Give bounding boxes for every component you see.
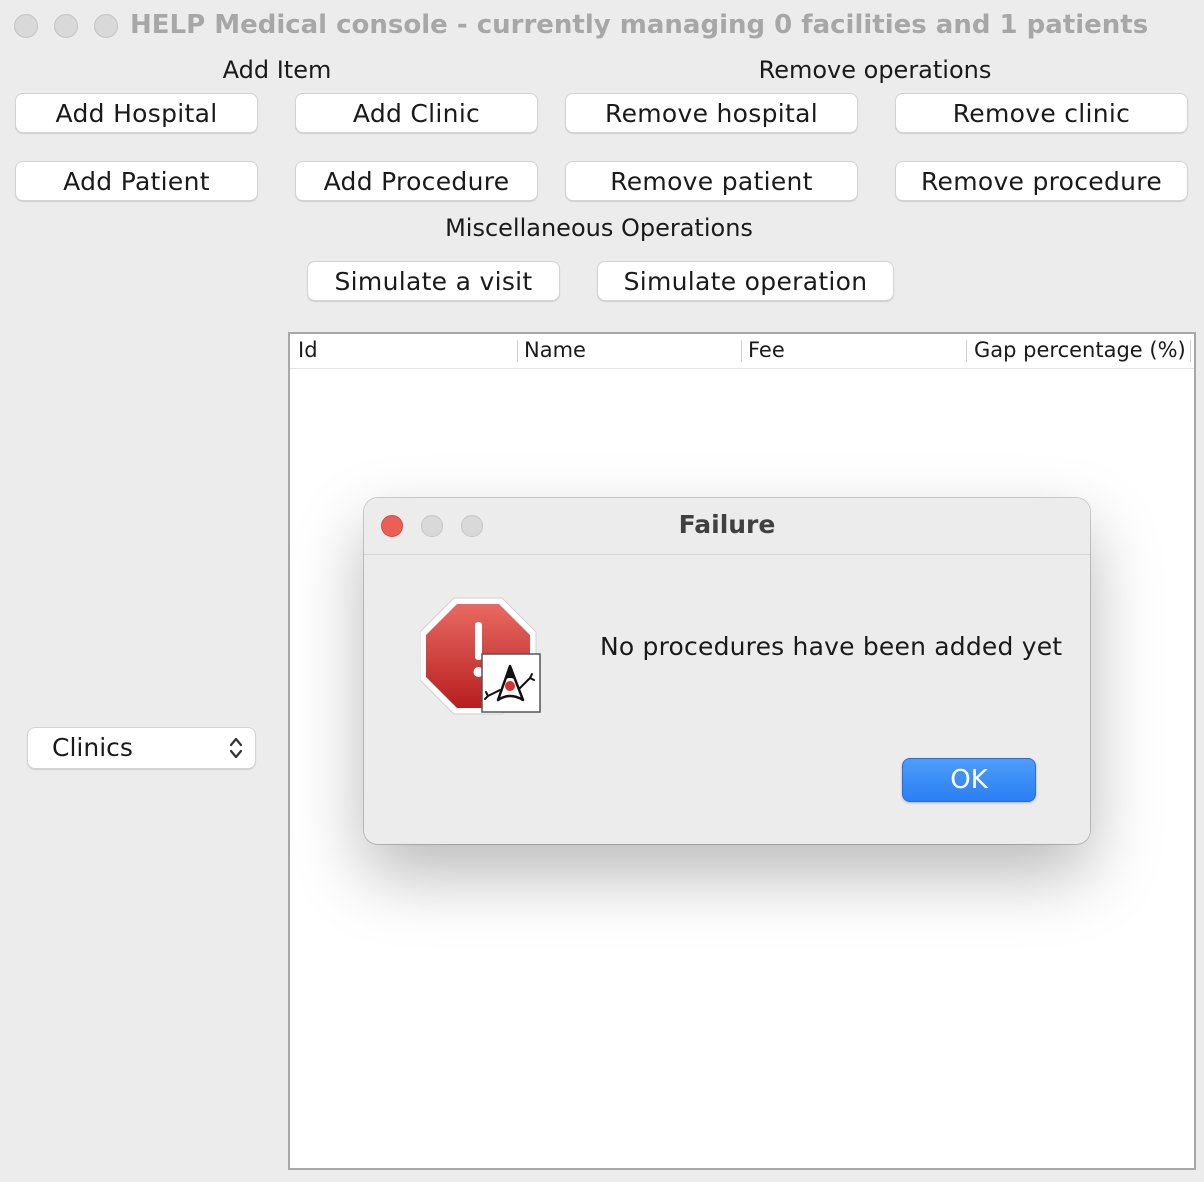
window-title: HELP Medical console - currently managin… [130,10,1149,40]
ok-button[interactable]: OK [902,758,1036,802]
dialog-title: Failure [678,510,776,539]
error-stop-sign-icon [420,597,541,715]
simulate-visit-button[interactable]: Simulate a visit [307,261,560,301]
remove-patient-button[interactable]: Remove patient [565,161,858,201]
column-divider [966,340,967,362]
close-window-button[interactable] [14,14,38,38]
chevron-updown-icon [229,737,243,759]
add-patient-button[interactable]: Add Patient [15,161,258,201]
add-hospital-button[interactable]: Add Hospital [15,93,258,133]
facility-type-select[interactable]: Clinics [27,727,256,769]
add-item-label: Add Item [222,56,332,84]
column-header-gap-percentage[interactable]: Gap percentage (%) [974,338,1186,362]
column-header-name[interactable]: Name [524,338,586,362]
column-header-id[interactable]: Id [298,338,318,362]
dialog-message: No procedures have been added yet [600,632,1063,661]
minimize-window-button[interactable] [54,14,78,38]
column-divider [741,340,742,362]
dialog-titlebar: Failure [364,498,1090,555]
main-window: HELP Medical console - currently managin… [0,0,1204,1182]
column-divider [517,340,518,362]
remove-procedure-button[interactable]: Remove procedure [895,161,1188,201]
add-clinic-button[interactable]: Add Clinic [295,93,538,133]
failure-dialog: Failure No procedures have been added ye… [364,498,1090,844]
remove-hospital-button[interactable]: Remove hospital [565,93,858,133]
column-divider [1190,340,1191,362]
add-procedure-button[interactable]: Add Procedure [295,161,538,201]
misc-operations-label: Miscellaneous Operations [445,214,753,242]
simulate-operation-button[interactable]: Simulate operation [597,261,894,301]
remove-clinic-button[interactable]: Remove clinic [895,93,1188,133]
window-titlebar: HELP Medical console - currently managin… [0,0,1204,52]
facility-type-value: Clinics [52,733,133,762]
table-header: Id Name Fee Gap percentage (%) [290,334,1194,369]
zoom-window-button[interactable] [94,14,118,38]
column-header-fee[interactable]: Fee [748,338,785,362]
remove-operations-label: Remove operations [758,56,992,84]
